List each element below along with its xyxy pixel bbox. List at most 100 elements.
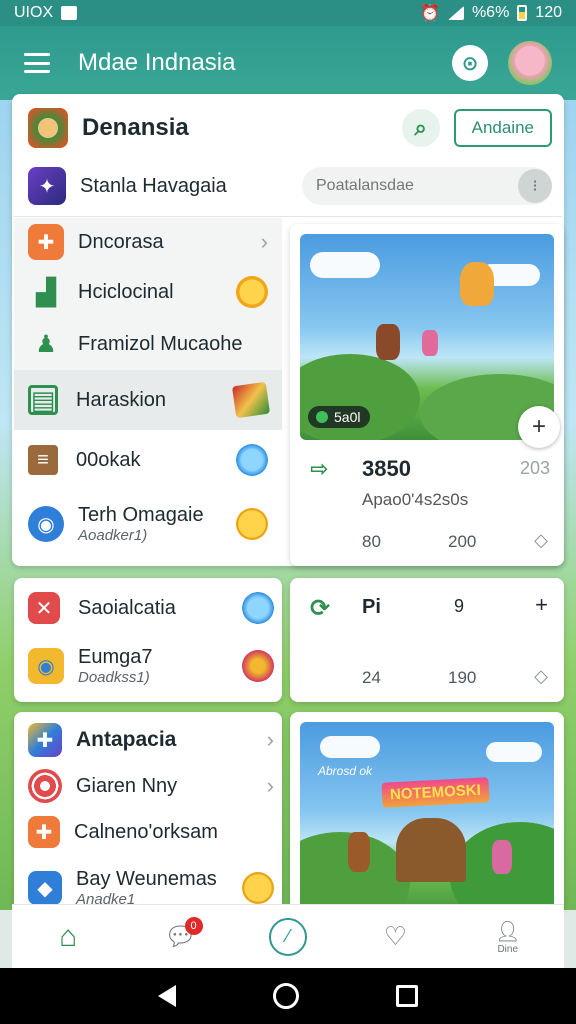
stat-card[interactable]: ⟳ Pi 9 + 24 190 ◇	[290, 578, 564, 702]
status-bar: UIOX ⏰ %6% 120	[0, 0, 576, 26]
header-title: Denansia	[82, 114, 189, 141]
system-nav-bar	[0, 968, 576, 1024]
search-input[interactable]	[302, 167, 552, 205]
menu-card: ✕ Saoialcatia ◉ Eumga7 Doadkss1)	[14, 578, 282, 702]
message-icon	[61, 6, 78, 20]
menu-item[interactable]: ◉ Terh Omagaie Aoadker1)	[14, 490, 282, 558]
play-icon[interactable]: ⁄	[268, 917, 307, 956]
menu-item[interactable]: ◉ Eumga7 Doadkss1)	[28, 638, 274, 694]
heart-icon[interactable]: ♡	[371, 913, 419, 961]
game-subtitle: Apao0'4s2s0s	[362, 490, 469, 509]
avatar[interactable]	[508, 41, 552, 85]
game-right-value: 203	[519, 458, 550, 478]
menu-item[interactable]: ▟ Hciclocinal	[14, 266, 282, 318]
menu-item[interactable]: ✚ Calneno'orksam	[28, 814, 274, 850]
game-card[interactable]: 5a0l + ⇨ 3850 203 Apao0'4s2s0s 80 200 ◇	[290, 224, 564, 566]
home-icon[interactable]: ⌂	[44, 913, 92, 961]
status-carrier: UIOX	[14, 4, 54, 21]
trend-icon: ⇨	[310, 456, 329, 481]
chat-icon[interactable]: 💬︎ 0	[157, 913, 205, 961]
back-icon[interactable]	[158, 985, 177, 1007]
home-button-icon[interactable]	[272, 983, 299, 1009]
menu-card: ✚ Antapacia › Giaren Nny › ✚ Calneno'ork…	[14, 712, 282, 912]
stat-value: 190	[448, 668, 477, 687]
leaf-icon	[316, 411, 328, 423]
plus-icon[interactable]: +	[535, 592, 548, 618]
add-button[interactable]: +	[518, 406, 560, 448]
smiley-icon	[236, 508, 268, 540]
menu-section-header[interactable]: ✚ Antapacia ›	[28, 722, 274, 758]
stat-value: 24	[362, 668, 381, 687]
list-icon: ≡	[28, 445, 58, 475]
game-stat: 80	[362, 532, 381, 551]
share-icon[interactable]: ◇	[534, 666, 548, 687]
puzzle-icon: ✚	[28, 816, 60, 848]
menu-item-label: Hciclocinal	[78, 280, 174, 303]
menu-item-label: Saoialcatia	[78, 596, 176, 619]
globe-icon: ◉	[28, 648, 64, 684]
chart-icon: ▟	[36, 276, 56, 307]
target-icon	[28, 769, 62, 803]
battery-icon	[517, 5, 528, 21]
game-caption: Abrosd ok	[318, 764, 373, 778]
app-title: Mdae Indnasia	[78, 49, 236, 76]
share-icon[interactable]: ◇	[534, 530, 548, 551]
game-title: 3850	[362, 456, 411, 481]
menu-item[interactable]: ♟ Framizol Mucaohe	[14, 318, 282, 370]
menu-list: ✚ Dncorasa › ▟ Hciclocinal ♟ Framizol Mu…	[14, 218, 282, 564]
menu-item-label: Framizol Mucaohe	[78, 332, 243, 355]
recents-icon[interactable]	[395, 985, 418, 1007]
profile-tab[interactable]: 👤︎ Dine	[484, 913, 532, 961]
puzzle-icon: ✚	[28, 723, 62, 757]
magic-icon: ✦	[28, 167, 66, 205]
app-bar: Mdae Indnasia ⊙	[0, 26, 576, 100]
menu-item-label: Calneno'orksam	[74, 820, 218, 843]
menu-item-label: Eumga7	[78, 646, 153, 668]
menu-item-label: Haraskion	[76, 388, 167, 411]
diamond-icon: ◆	[28, 871, 62, 905]
menu-item[interactable]: ✕ Saoialcatia	[28, 588, 274, 628]
search-icon[interactable]: ⊙	[452, 45, 488, 81]
game-thumbnail: 5a0l	[300, 234, 554, 440]
app-logo-icon	[28, 108, 68, 148]
game-card[interactable]: Abrosd ok NOTEMOSKI	[290, 712, 564, 912]
game-thumbnail: Abrosd ok NOTEMOSKI	[300, 722, 554, 912]
game-stat: 200	[448, 532, 477, 551]
menu-item-label: Dncorasa	[78, 230, 164, 253]
action-button[interactable]: Andaine	[453, 109, 552, 147]
divider	[14, 216, 562, 217]
menu-item[interactable]: ✚ Dncorasa ›	[14, 218, 282, 266]
menu-section-title: Antapacia	[76, 728, 177, 751]
game-badge-text: 5a0l	[334, 409, 361, 425]
battery-percent: %6%	[471, 4, 510, 21]
chevron-right-icon: ›	[266, 727, 274, 752]
menu-item-label: Giaren Nny	[76, 774, 178, 797]
header-row: Denansia ⌕ Andaine	[28, 108, 552, 148]
menu-item-sub: Aoadker1)	[78, 527, 148, 544]
stat-card-title: Pi	[362, 596, 381, 618]
more-options-icon[interactable]: ⁝	[518, 169, 552, 203]
hamburger-menu-icon[interactable]	[24, 53, 50, 73]
chevron-right-icon: ›	[260, 229, 268, 254]
user-icon: 👤︎	[495, 920, 521, 943]
globe-icon: ◉	[28, 506, 64, 542]
stat-card-count: 9	[454, 596, 465, 616]
menu-item-label: Bay Weunemas	[76, 868, 217, 890]
alarm-icon: ⏰	[420, 5, 440, 22]
refresh-icon: ⟳	[310, 595, 331, 622]
menu-item-label: 00okak	[76, 448, 141, 471]
search-label: Stanla Havagaia	[80, 174, 227, 197]
star-burst-icon	[236, 444, 268, 476]
signal-icon	[447, 6, 464, 20]
coin-icon	[236, 276, 268, 308]
menu-item-sub: Doadkss1)	[78, 669, 150, 686]
menu-item[interactable]: ≡ 00okak	[14, 430, 282, 490]
card-pack-icon	[231, 381, 271, 419]
notification-badge: 0	[184, 916, 203, 935]
menu-item[interactable]: Giaren Nny ›	[28, 768, 274, 804]
puzzle-icon: ✚	[28, 224, 64, 260]
orb-icon	[242, 650, 274, 682]
status-time: 120	[535, 4, 562, 21]
search-button[interactable]: ⌕	[401, 109, 440, 147]
menu-item-selected[interactable]: ▤ Haraskion	[14, 370, 282, 430]
